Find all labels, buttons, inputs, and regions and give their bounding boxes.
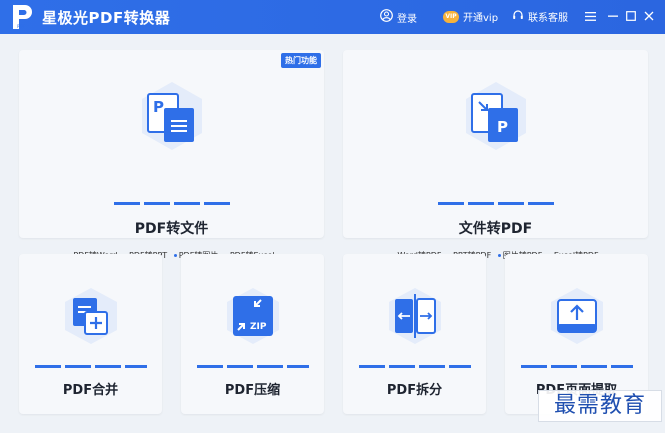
merge-documents-icon [61,286,121,346]
card-title: PDF拆分 [386,383,443,398]
file-to-pdf-card[interactable]: P 文件转PDF Word转PDF PPT转PDF 图片转PDF Excel转P… [343,50,648,260]
upload-tray-icon [547,286,607,346]
app-title: 星极光PDF转换器 [42,9,171,27]
pdf-merge-card[interactable]: PDF合并 [19,254,162,414]
svg-text:PDF: PDF [17,24,25,29]
card-title: PDF转文件 [134,221,209,237]
service-label: 联系客服 [528,13,568,24]
pdf-to-file-card[interactable]: 热门功能 P PDF转文件 PDF转Word PDF转PPT PDF转图片 PD… [19,50,324,260]
svg-text:P: P [497,118,508,136]
decorative-divider [114,202,230,205]
card-title: PDF压缩 [224,383,281,398]
pdf-compress-card[interactable]: ZIP PDF压缩 [181,254,324,414]
decorative-divider [438,202,554,205]
headset-icon [512,9,524,24]
pdf-logo-icon: PDF [10,4,34,30]
card-title: 文件转PDF [458,221,533,237]
menu-icon[interactable] [583,7,597,25]
hot-feature-badge: 热门功能 [281,53,321,68]
decorative-divider [35,365,147,368]
vip-button[interactable]: VIP 开通vip [443,9,498,24]
title-bar: PDF 星极光PDF转换器 登录 VIP 开通vip 联系客服 [0,0,665,34]
login-button[interactable]: 登录 [380,9,417,25]
maximize-icon[interactable] [624,7,638,25]
vip-badge-icon: VIP [443,10,459,23]
svg-text:ZIP: ZIP [250,322,267,332]
card-title: PDF合并 [62,383,119,398]
svg-text:P: P [153,98,164,116]
document-to-pdf-icon: P [460,80,532,152]
decorative-divider [521,365,633,368]
contact-service-button[interactable]: 联系客服 [512,9,568,24]
minimize-icon[interactable] [606,7,620,25]
decorative-divider [359,365,471,368]
watermark-logo: 最需教育 [538,390,662,422]
decorative-divider [197,365,309,368]
close-icon[interactable] [642,7,656,25]
pdf-split-card[interactable]: PDF拆分 [343,254,486,414]
vip-label: 开通vip [463,13,499,24]
login-label: 登录 [397,13,417,25]
user-circle-icon [380,9,393,25]
split-document-icon [385,286,445,346]
pdf-to-document-icon: P [136,80,208,152]
zip-compress-icon: ZIP [223,286,283,346]
